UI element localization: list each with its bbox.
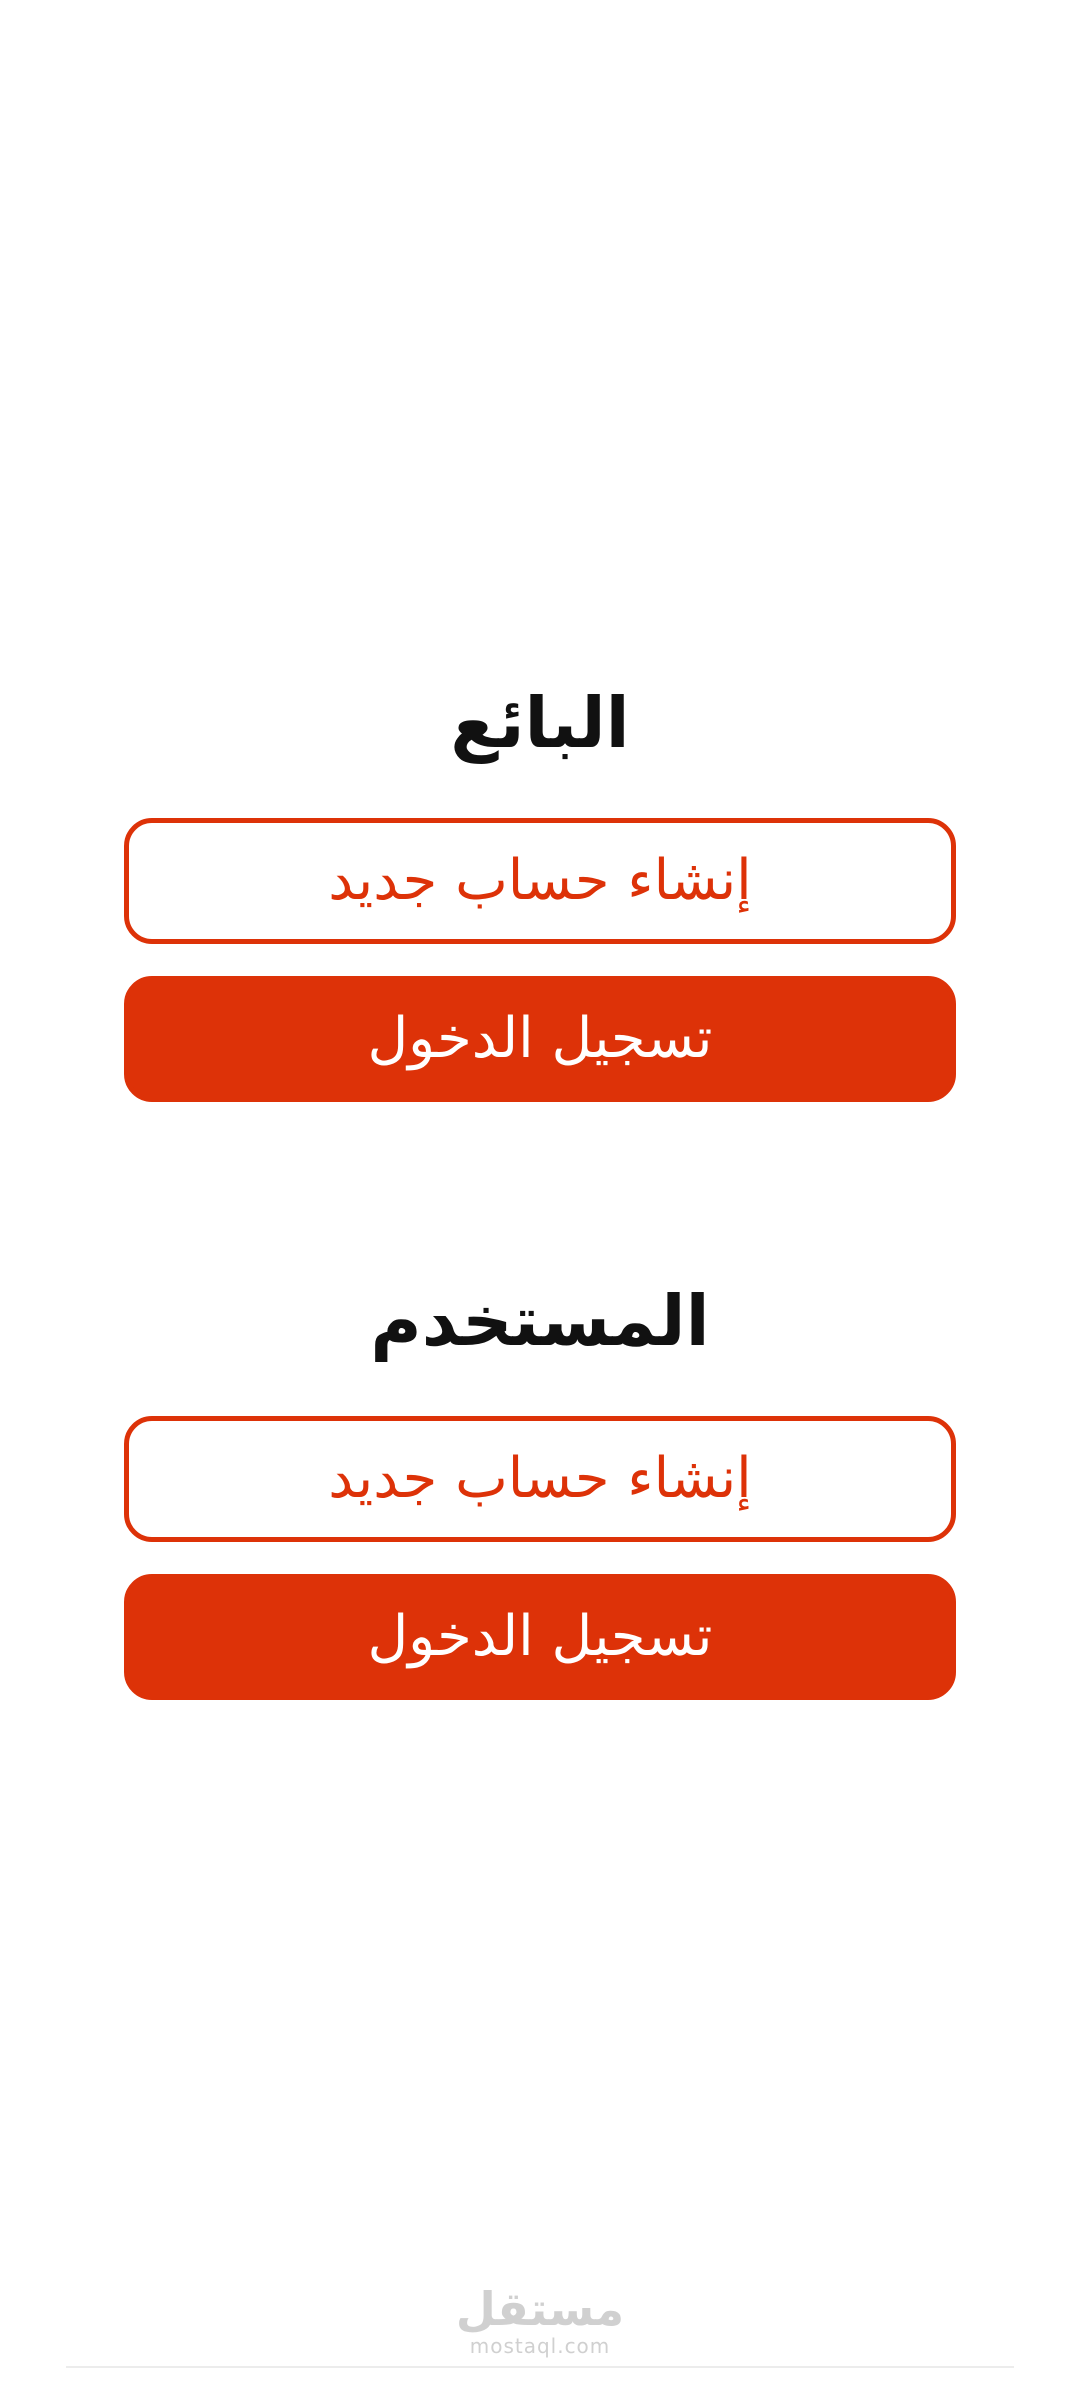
- seller-create-account-label: إنشاء حساب جديد: [328, 848, 752, 913]
- seller-login-label: تسجيل الدخول: [367, 1006, 713, 1071]
- user-login-label: تسجيل الدخول: [367, 1604, 713, 1669]
- seller-login-button[interactable]: تسجيل الدخول: [124, 976, 956, 1102]
- user-login-button[interactable]: تسجيل الدخول: [124, 1574, 956, 1700]
- user-title: المستخدم: [370, 1280, 710, 1362]
- user-create-account-button[interactable]: إنشاء حساب جديد: [124, 1416, 956, 1542]
- seller-title: البائع: [450, 682, 630, 764]
- seller-create-account-button[interactable]: إنشاء حساب جديد: [124, 818, 956, 944]
- bottom-divider: [66, 2366, 1014, 2368]
- mostaql-watermark-url: mostaql.com: [469, 2334, 611, 2358]
- mostaql-watermark-logo: مستقل: [455, 2282, 625, 2336]
- user-create-account-label: إنشاء حساب جديد: [328, 1446, 752, 1511]
